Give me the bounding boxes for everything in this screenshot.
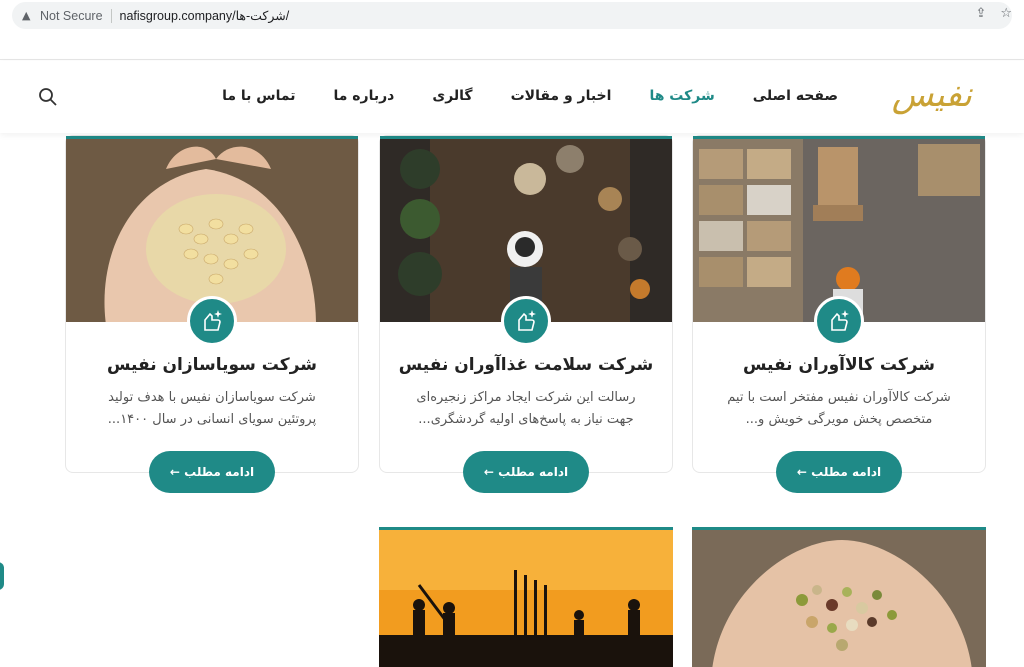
search-icon[interactable] (38, 87, 58, 107)
warning-icon: ▲ (22, 9, 31, 22)
divider (110, 8, 112, 23)
site-header: نفیس صفحه اصلی شرکت ها اخبار و مقالات گا… (0, 61, 1024, 133)
read-more-button[interactable]: ادامه مطلب ← (149, 451, 275, 493)
nav-item-contact[interactable]: تماس با ما (222, 88, 295, 104)
browser-toolbar: ▲ Not Secure nafisgroup.company/شرکت-ها/… (0, 0, 1024, 60)
nav-item-gallery[interactable]: گالری (432, 88, 472, 104)
card-title[interactable]: شرکت سویاسازان نفیس (66, 355, 358, 375)
bookmark-star-icon[interactable]: ☆ (1000, 6, 1012, 21)
construction-image (379, 527, 673, 667)
card-title[interactable]: شرکت کالاآوران نفیس (693, 355, 985, 375)
soybeans-image (66, 136, 358, 322)
legumes-image (692, 527, 986, 667)
card-title[interactable]: شرکت سلامت غذاآوران نفیس (380, 355, 672, 375)
hand-sparkle-icon (187, 296, 237, 346)
company-card: شرکت سویاسازان نفیس شرکت سویاسازان نفیس … (65, 135, 359, 493)
card-description: شرکت کالاآوران نفیس مفتخر است با تیم متخ… (727, 390, 951, 427)
read-more-button[interactable]: ادامه مطلب ← (776, 451, 902, 493)
kitchen-image (380, 136, 672, 322)
warehouse-image (693, 136, 985, 322)
card-description: شرکت سویاسازان نفیس با هدف تولید پروتئین… (107, 390, 317, 427)
url-text[interactable]: nafisgroup.company/شرکت-ها/ (120, 8, 290, 23)
share-icon[interactable]: ⇪ (975, 6, 986, 21)
nav-item-news[interactable]: اخبار و مقالات (511, 88, 612, 104)
read-more-button[interactable]: ادامه مطلب ← (463, 451, 589, 493)
nav-item-companies[interactable]: شرکت ها (649, 88, 714, 104)
address-bar[interactable]: ▲ Not Secure nafisgroup.company/شرکت-ها/ (12, 2, 1012, 29)
company-card: شرکت کالاآوران نفیس شرکت کالاآوران نفیس … (692, 135, 986, 493)
hand-sparkle-icon (814, 296, 864, 346)
nav-item-about[interactable]: درباره ما (333, 88, 394, 104)
nav-item-home[interactable]: صفحه اصلی (753, 88, 838, 104)
side-chat-tab[interactable] (0, 562, 4, 590)
security-label: Not Secure (40, 8, 103, 23)
card-description: رسالت این شرکت ایجاد مراکز زنجیره‌ای جهت… (416, 390, 636, 427)
main-nav: صفحه اصلی شرکت ها اخبار و مقالات گالری د… (222, 88, 838, 104)
company-card: شرکت سلامت غذاآوران نفیس رسالت این شرکت … (379, 135, 673, 493)
site-logo[interactable]: نفیس (892, 73, 972, 117)
hand-sparkle-icon (501, 296, 551, 346)
